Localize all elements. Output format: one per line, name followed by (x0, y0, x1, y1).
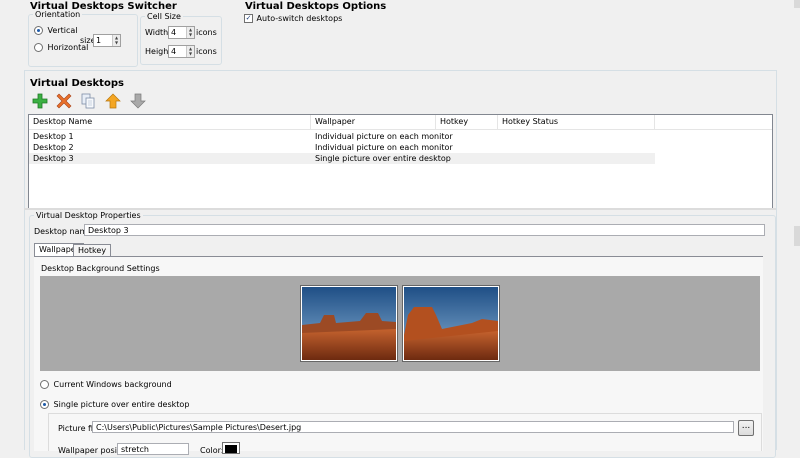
radio-current-label: Current Windows background (53, 380, 172, 389)
radio-single-indicator[interactable] (40, 400, 49, 409)
radio-horizontal[interactable]: Horizontal (34, 43, 88, 52)
radio-horizontal-label: Horizontal (47, 43, 89, 52)
width-units: icons (196, 28, 217, 37)
auto-switch-checkbox[interactable]: ✓ Auto-switch desktops (244, 14, 342, 23)
radio-horizontal-indicator[interactable] (34, 43, 43, 52)
copy-icon[interactable] (80, 93, 96, 109)
radio-current-background[interactable]: Current Windows background (40, 380, 172, 389)
left-divider (24, 70, 25, 450)
arrow-down-icon[interactable] (130, 93, 146, 109)
desktops-title: Virtual Desktops (30, 78, 124, 89)
col-desktop-name[interactable]: Desktop Name (29, 115, 311, 129)
table-row[interactable]: Desktop 1 Individual picture on each mon… (29, 131, 655, 142)
right-divider (776, 70, 777, 450)
color-label: Color: (200, 446, 224, 455)
arrow-up-icon[interactable] (105, 93, 121, 109)
width-stepper-arrows-icon[interactable]: ▲ ▼ (186, 27, 194, 38)
table-row[interactable]: Desktop 2 Individual picture on each mon… (29, 142, 655, 153)
desktop-name-input[interactable]: Desktop 3 (84, 224, 765, 236)
table-row-selected[interactable]: Desktop 3 Single picture over entire des… (29, 153, 655, 164)
size-stepper[interactable]: 1 ▲ ▼ (93, 34, 121, 47)
auto-switch-label: Auto-switch desktops (256, 14, 343, 23)
row-desktop-name: Desktop 1 (33, 132, 74, 141)
width-value: 4 (171, 28, 177, 37)
height-units: icons (196, 47, 217, 56)
properties-legend: Virtual Desktop Properties (36, 211, 141, 220)
splitter[interactable] (24, 208, 776, 210)
picture-file-input[interactable]: C:\Users\Public\Pictures\Sample Pictures… (92, 421, 734, 433)
wallpaper-preview (40, 276, 760, 371)
browse-button[interactable]: ... (738, 420, 754, 436)
col-hotkey[interactable]: Hotkey (436, 115, 498, 129)
auto-switch-check-icon[interactable]: ✓ (244, 14, 253, 23)
desktops-list[interactable]: Desktop Name Wallpaper Hotkey Hotkey Sta… (28, 114, 773, 209)
monitor-preview-left (300, 285, 398, 362)
height-stepper-arrows-icon[interactable]: ▲ ▼ (186, 46, 194, 57)
scrollbar-top-stub[interactable] (794, 0, 800, 8)
width-stepper[interactable]: 4 ▲ ▼ (168, 26, 195, 39)
add-icon[interactable] (32, 93, 48, 109)
row-wallpaper: Individual picture on each monitor (315, 143, 453, 152)
height-value: 4 (171, 47, 177, 56)
scrollbar-thumb[interactable] (794, 226, 800, 246)
col-hotkey-status[interactable]: Hotkey Status (498, 115, 655, 129)
radio-vertical-label: Vertical (47, 26, 78, 35)
row-desktop-name: Desktop 3 (33, 154, 74, 163)
radio-current-indicator[interactable] (40, 380, 49, 389)
delete-icon[interactable] (56, 93, 72, 109)
radio-single-label: Single picture over entire desktop (53, 400, 190, 409)
radio-single-picture[interactable]: Single picture over entire desktop (40, 400, 189, 409)
top-divider (24, 70, 776, 71)
row-wallpaper: Single picture over entire desktop (315, 154, 451, 163)
orientation-legend: Orientation (35, 10, 81, 19)
list-header: Desktop Name Wallpaper Hotkey Hotkey Sta… (29, 115, 772, 130)
row-desktop-name: Desktop 2 (33, 143, 74, 152)
background-settings-legend: Desktop Background Settings (41, 264, 160, 273)
color-picker[interactable] (222, 442, 240, 454)
monitor-preview-right (402, 285, 500, 362)
radio-vertical-indicator[interactable] (34, 26, 43, 35)
cell-size-legend: Cell Size (147, 12, 181, 21)
radio-vertical[interactable]: Vertical (34, 26, 78, 35)
options-title: Virtual Desktops Options (245, 1, 387, 12)
height-stepper[interactable]: 4 ▲ ▼ (168, 45, 195, 58)
size-stepper-arrows-icon[interactable]: ▲ ▼ (112, 35, 120, 46)
wallpaper-position-select[interactable]: stretch (117, 443, 189, 455)
row-wallpaper: Individual picture on each monitor (315, 132, 453, 141)
size-value: 1 (96, 36, 102, 45)
color-swatch (225, 445, 237, 453)
col-wallpaper[interactable]: Wallpaper (311, 115, 436, 129)
